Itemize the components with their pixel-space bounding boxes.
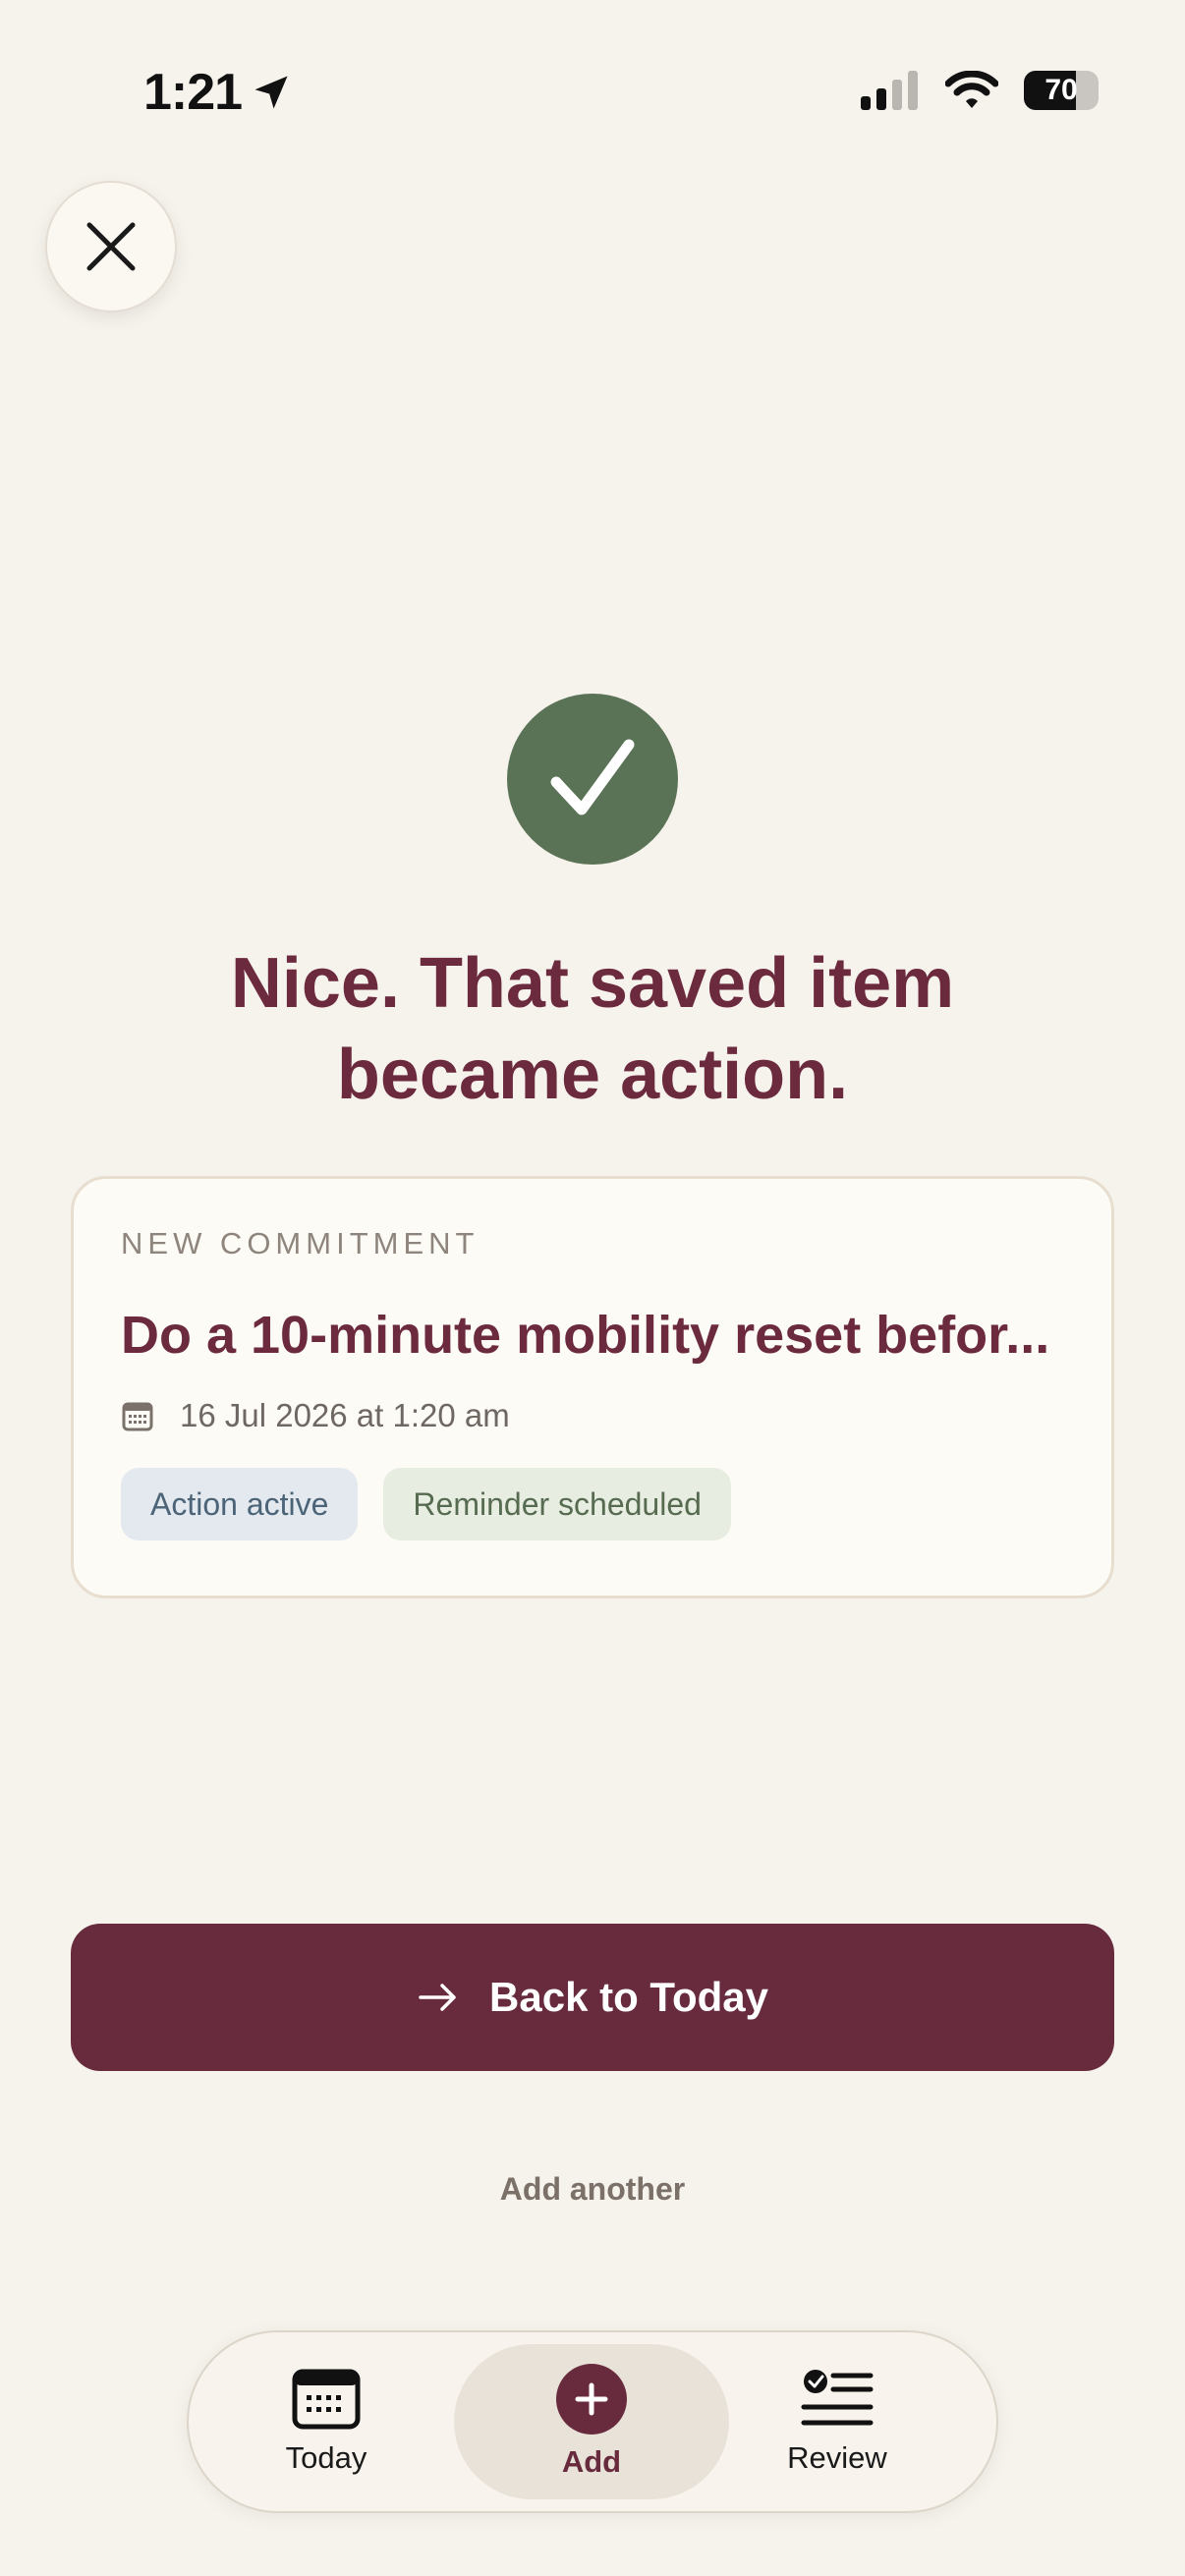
review-list-icon [801, 2370, 874, 2426]
tab-today-label: Today [285, 2440, 367, 2475]
back-to-today-label: Back to Today [489, 1974, 768, 2020]
calendar-small-icon [122, 1402, 153, 1431]
tab-review[interactable]: Review [759, 2344, 916, 2499]
checkmark-icon [550, 739, 635, 815]
success-headline: Nice. That saved item became action. [230, 944, 955, 1114]
tab-today[interactable]: Today [248, 2344, 405, 2499]
status-bar-indicators: 70 [861, 71, 1099, 110]
tab-add[interactable]: Add [454, 2344, 729, 2499]
tab-add-label: Add [561, 2444, 622, 2479]
battery-icon: 70 [1024, 71, 1099, 110]
arrow-right-icon [419, 1984, 456, 2011]
bottom-tab-bar: Today Add Review [187, 2330, 998, 2513]
status-bar-time: 1:21 [143, 63, 293, 122]
close-button[interactable] [45, 181, 177, 312]
battery-indicator: 70 [1024, 71, 1099, 110]
status-badge-reminder-scheduled: Reminder scheduled [383, 1468, 731, 1540]
commitment-title: Do a 10-minute mobility reset befor... [121, 1306, 1050, 1365]
add-another-link[interactable]: Add another [0, 2171, 1185, 2208]
commitment-date-row: 16 Jul 2026 at 1:20 am [121, 1397, 1064, 1434]
new-commitment-card[interactable]: NEW COMMITMENT Do a 10-minute mobility r… [71, 1176, 1114, 1598]
status-tags: Action active Reminder scheduled [121, 1468, 1064, 1540]
tab-review-label: Review [787, 2440, 887, 2475]
status-time-text: 1:21 [143, 64, 243, 121]
cellular-signal-icon [861, 71, 918, 110]
location-arrow-icon [254, 76, 288, 109]
close-icon [86, 222, 136, 271]
success-check-badge [507, 694, 678, 865]
status-badge-action-active: Action active [121, 1468, 359, 1540]
battery-level-text: 70 [1044, 74, 1078, 106]
wifi-icon [945, 71, 998, 108]
calendar-icon [292, 2369, 361, 2430]
back-to-today-button[interactable]: Back to Today [71, 1924, 1114, 2071]
commitment-date-text: 16 Jul 2026 at 1:20 am [180, 1397, 510, 1433]
card-eyebrow: NEW COMMITMENT [121, 1226, 480, 1260]
plus-icon [556, 2364, 627, 2435]
